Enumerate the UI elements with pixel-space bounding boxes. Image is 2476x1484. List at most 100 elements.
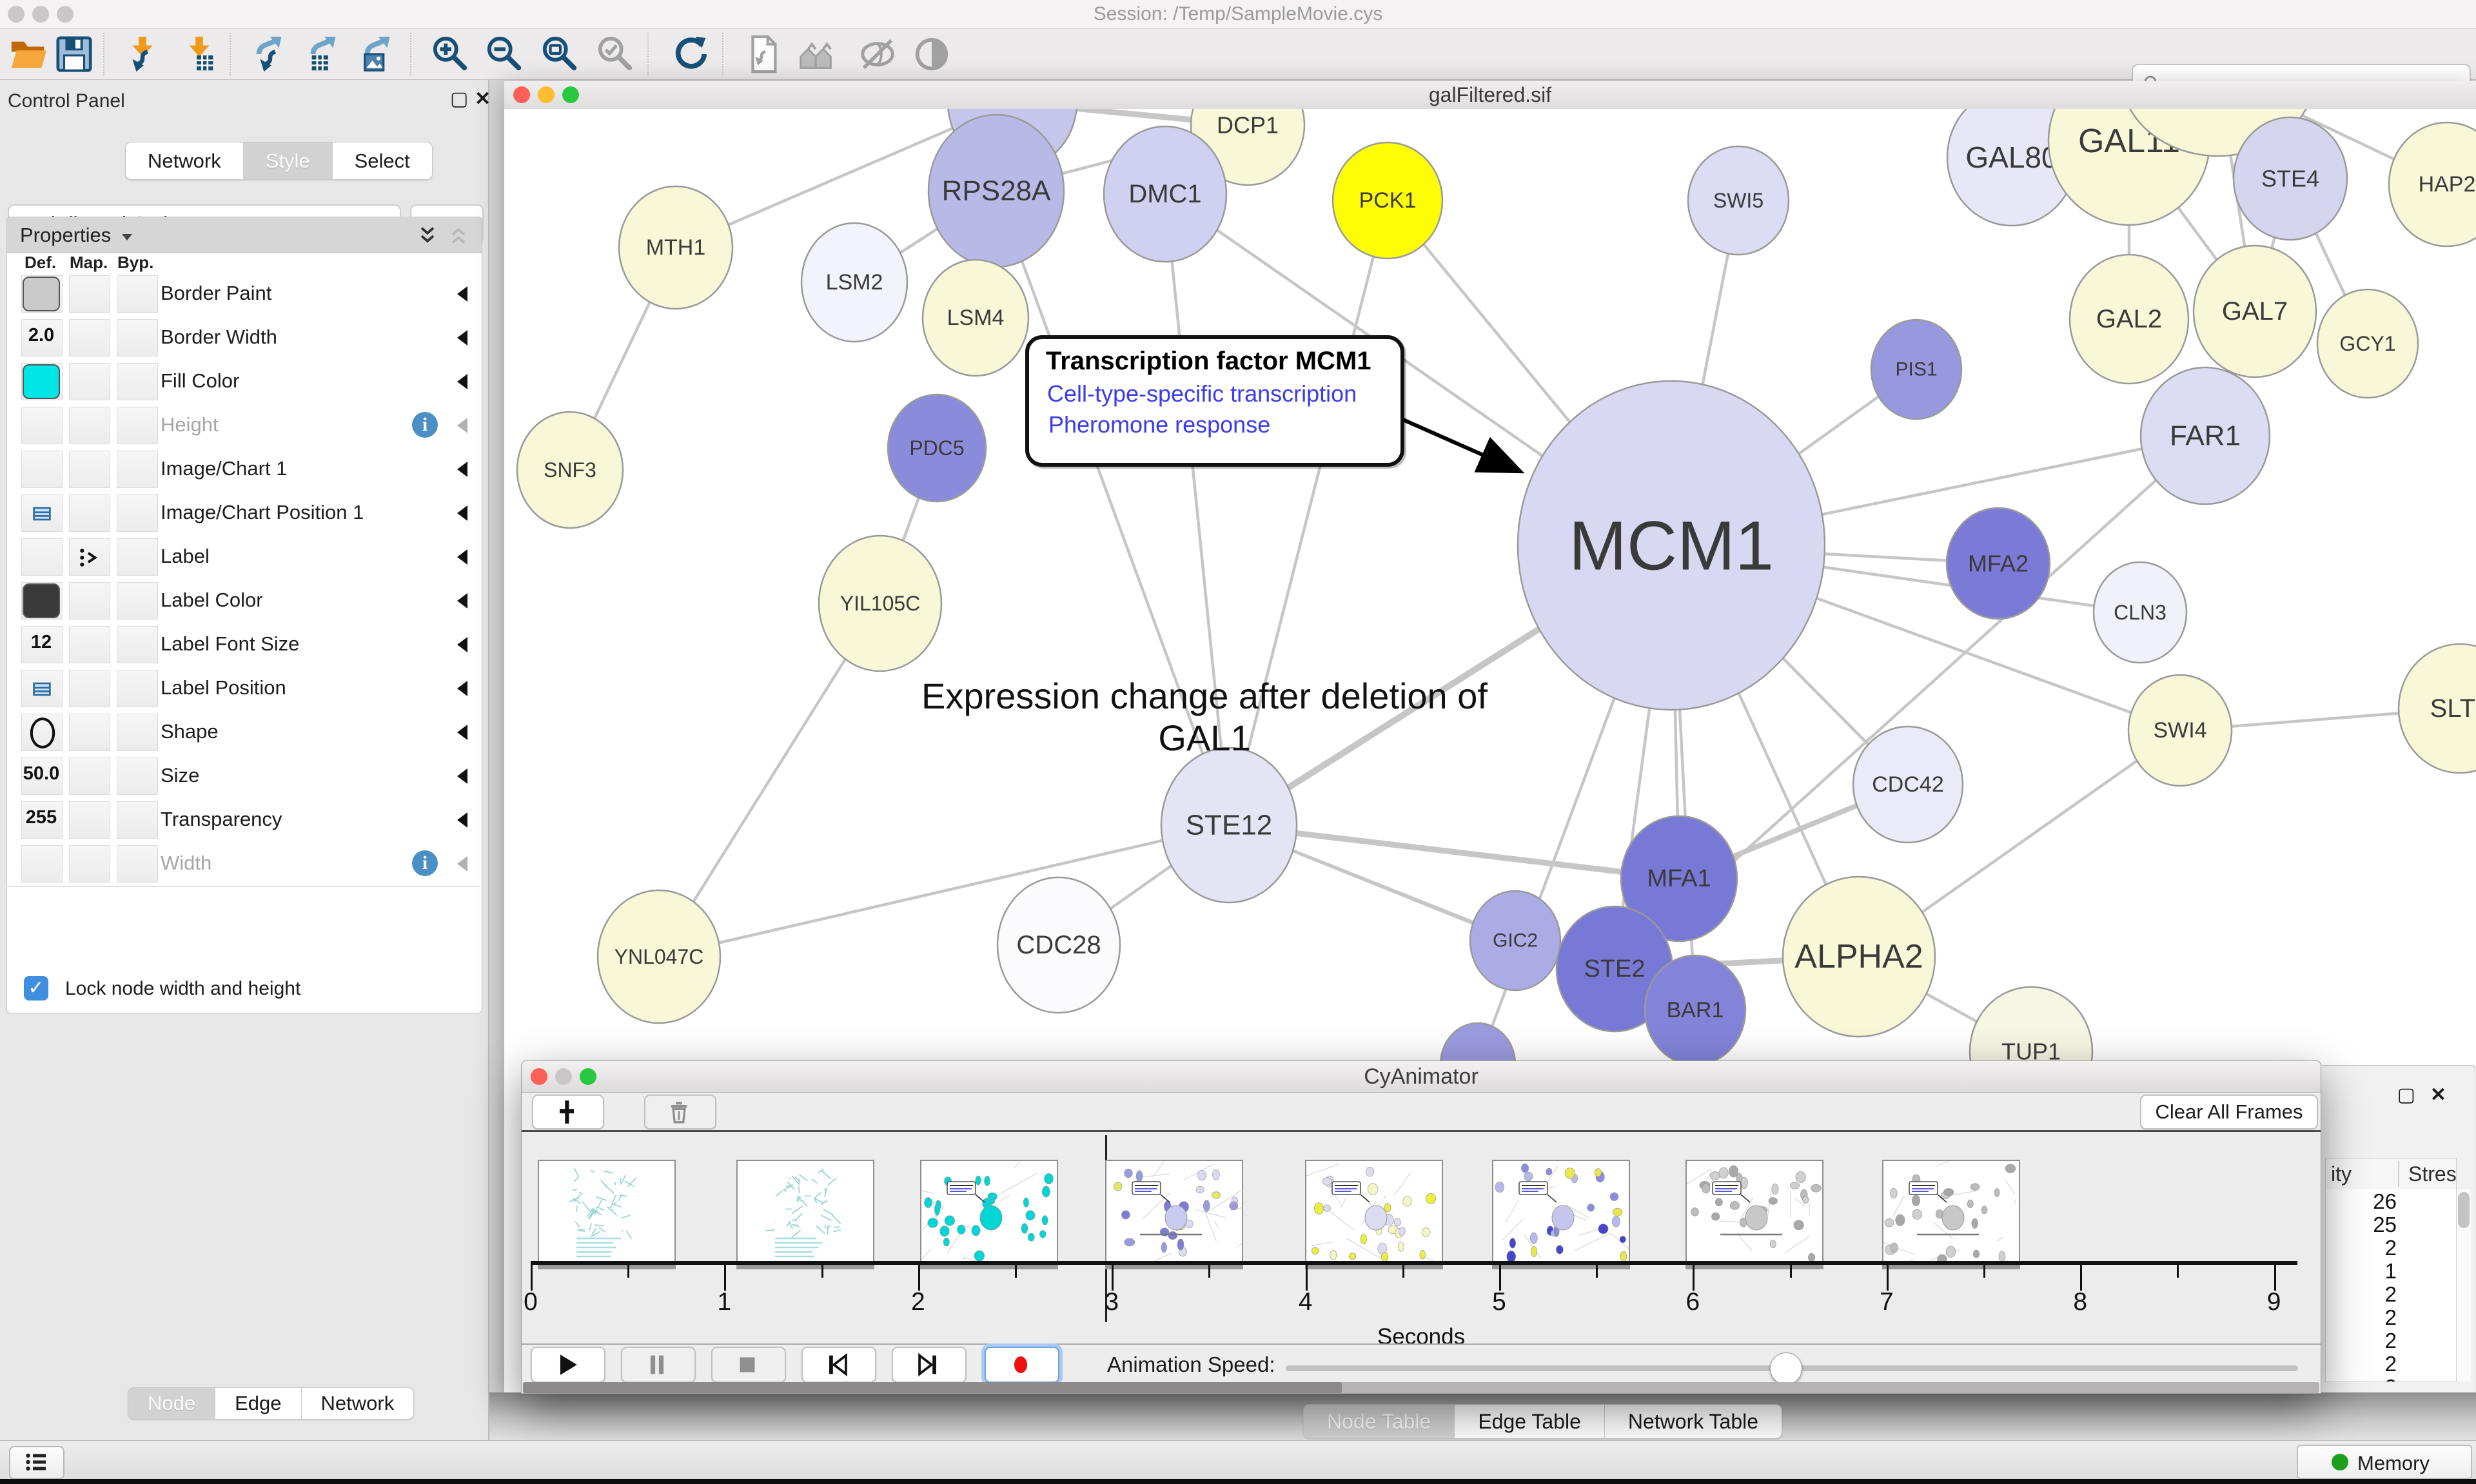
frame-thumbnail-4[interactable] [1305, 1160, 1443, 1265]
column-header[interactable]: ity [2331, 1162, 2352, 1186]
import-network-icon[interactable] [123, 34, 162, 74]
property-cell[interactable] [21, 538, 63, 576]
property-cell[interactable] [69, 801, 110, 839]
disclosure-icon[interactable] [457, 549, 467, 565]
skip-start-button[interactable] [801, 1347, 876, 1383]
network-node-gcy1[interactable]: GCY1 [2317, 289, 2418, 398]
network-node-cdc28[interactable]: CDC28 [997, 877, 1120, 1013]
property-row-label-font-size[interactable]: 12Label Font Size [7, 623, 480, 668]
network-node-dmc1[interactable]: DMC1 [1104, 126, 1226, 262]
property-row-image-chart-1[interactable]: Image/Chart 1 [7, 447, 480, 493]
table-tab-node-table[interactable]: Node Table [1304, 1405, 1455, 1438]
network-node-yil105c[interactable]: YIL105C [819, 536, 941, 671]
minimize-window-icon[interactable] [32, 6, 49, 23]
collapse-all-icon[interactable] [447, 224, 470, 247]
network-node-alpha2[interactable]: ALPHA2 [1783, 877, 1935, 1037]
disclosure-icon[interactable] [457, 593, 467, 609]
property-cell[interactable] [117, 538, 158, 576]
open-session-icon[interactable] [9, 34, 49, 74]
default-value[interactable]: 50.0 [21, 763, 61, 785]
network-node-ste4[interactable]: STE4 [2234, 117, 2347, 240]
maximize-window-icon[interactable] [580, 1068, 596, 1085]
network-node-gal2[interactable]: GAL2 [2070, 255, 2188, 384]
disclosure-icon[interactable] [457, 856, 467, 872]
table-tab-edge-table[interactable]: Edge Table [1455, 1405, 1605, 1438]
table-cell-value[interactable]: 2 [2326, 1329, 2456, 1352]
property-cell[interactable] [117, 582, 158, 620]
zoom-in-icon[interactable] [431, 34, 471, 74]
property-cell[interactable] [69, 363, 110, 400]
property-row-width[interactable]: Widthi [7, 842, 480, 887]
slider-thumb[interactable] [1770, 1352, 1802, 1385]
network-node-cln3[interactable]: CLN3 [2094, 562, 2186, 663]
close-window-icon[interactable] [513, 86, 530, 103]
network-window-titlebar[interactable]: galFiltered.sif [504, 81, 2476, 110]
frame-thumbnail-3[interactable] [1105, 1160, 1243, 1265]
close-window-icon[interactable] [531, 1068, 547, 1085]
import-table-icon[interactable] [179, 34, 219, 74]
frame-thumbnail-5[interactable] [1492, 1160, 1630, 1265]
float-panel-icon[interactable]: ▢ [2397, 1084, 2415, 1106]
position-icon[interactable] [30, 502, 54, 525]
annotation-link-1[interactable]: Cell-type-specific transcription [1047, 380, 1357, 407]
property-cell[interactable] [117, 626, 158, 663]
minimize-window-icon[interactable] [555, 1068, 572, 1085]
property-row-transparency[interactable]: 255Transparency [7, 798, 480, 843]
property-cell[interactable] [117, 757, 158, 795]
tab-network[interactable]: Network [126, 142, 244, 179]
table-cell-value[interactable]: 2 [2326, 1375, 2456, 1382]
network-node-lsm2[interactable]: LSM2 [801, 223, 907, 342]
default-value[interactable]: 12 [21, 632, 61, 653]
frame-thumbnail-1[interactable] [736, 1160, 874, 1265]
network-node-pis1[interactable]: PIS1 [1871, 320, 1961, 419]
property-cell[interactable] [69, 626, 110, 663]
canvas-caption[interactable]: Expression change after deletion of GAL1 [895, 675, 1514, 759]
maximize-window-icon[interactable] [57, 6, 74, 23]
color-swatch[interactable] [23, 364, 60, 399]
network-node-swi4[interactable]: SWI4 [2128, 675, 2232, 786]
network-node-ste12[interactable]: STE12 [1161, 748, 1297, 903]
style-tab-edge[interactable]: Edge [215, 1388, 301, 1419]
property-cell[interactable] [69, 494, 110, 532]
property-row-image-chart-position-1[interactable]: Image/Chart Position 1 [7, 491, 480, 536]
network-node-rps28a[interactable]: RPS28A [928, 115, 1064, 267]
property-cell[interactable] [69, 757, 110, 795]
disclosure-icon[interactable] [457, 637, 467, 652]
play-button[interactable] [531, 1347, 605, 1383]
property-cell[interactable] [69, 407, 110, 444]
color-swatch[interactable] [23, 583, 60, 618]
frame-thumbnail-7[interactable] [1882, 1160, 2020, 1265]
property-cell[interactable] [69, 582, 110, 620]
property-row-fill-color[interactable]: Fill Color [7, 360, 480, 405]
network-node-far1[interactable]: FAR1 [2141, 367, 2270, 504]
table-cell-value[interactable]: 2 [2326, 1282, 2456, 1305]
network-node-snf3[interactable]: SNF3 [517, 412, 623, 528]
property-row-label-color[interactable]: Label Color [7, 579, 480, 624]
table-cell-value[interactable]: 26 [2326, 1189, 2456, 1213]
property-cell[interactable] [21, 845, 63, 883]
property-cell[interactable] [69, 275, 110, 313]
property-cell[interactable] [117, 670, 158, 707]
color-swatch[interactable] [23, 277, 60, 311]
minimize-window-icon[interactable] [538, 86, 555, 103]
property-cell[interactable] [117, 275, 158, 313]
network-node-ynl047c[interactable]: YNL047C [598, 890, 720, 1023]
table-rows[interactable]: 26252122222 [2325, 1189, 2457, 1382]
network-node-swi5[interactable]: SWI5 [1688, 146, 1789, 255]
network-node-lsm4[interactable]: LSM4 [923, 260, 1028, 376]
cyanimator-titlebar[interactable]: CyAnimator [522, 1061, 2321, 1093]
style-tab-network[interactable]: Network [302, 1388, 414, 1419]
network-node-mfa2[interactable]: MFA2 [1947, 508, 2050, 619]
table-header-row[interactable]: ity Stres [2325, 1158, 2457, 1190]
property-row-size[interactable]: 50.0Size [7, 754, 480, 799]
network-node-pdc5[interactable]: PDC5 [888, 395, 986, 502]
close-window-icon[interactable] [8, 6, 25, 23]
property-cell[interactable] [69, 714, 110, 751]
hide-icon[interactable] [858, 34, 898, 74]
position-icon[interactable] [30, 678, 54, 701]
disclosure-icon[interactable] [457, 812, 467, 828]
lock-size-checkbox[interactable]: ✓ [24, 976, 48, 1001]
property-row-border-width[interactable]: 2.0Border Width [7, 316, 480, 361]
network-node-cdc42[interactable]: CDC42 [1853, 727, 1963, 843]
close-panel-icon[interactable]: ✕ [2430, 1084, 2446, 1106]
